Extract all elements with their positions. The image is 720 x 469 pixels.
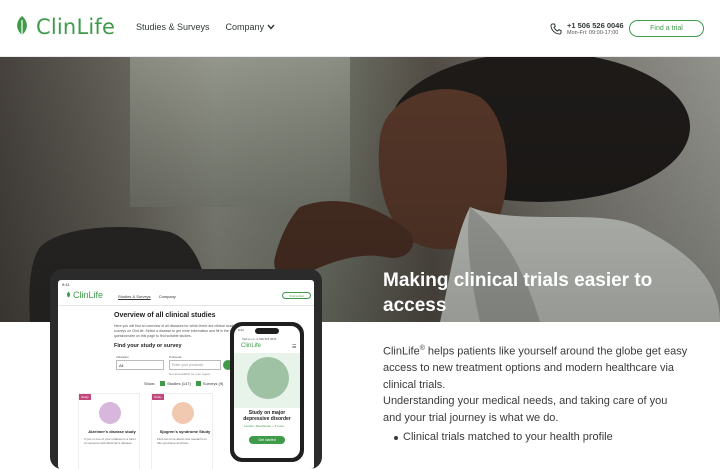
phone-logo: ClinLife	[241, 343, 262, 349]
leaf-icon	[66, 291, 71, 298]
tablet-indication-select: All	[116, 360, 164, 370]
phone-contact[interactable]: +1 506 526 0046 Mon-Fri: 09:00-17:00	[550, 21, 624, 37]
main-nav: Studies & Surveys Company	[136, 22, 275, 32]
nav-company-label: Company	[225, 22, 265, 32]
card-title: Alzeimer's disease study	[88, 429, 136, 434]
tablet-postcode-input: Enter your postcode	[169, 360, 221, 370]
tablet-find-heading: Find your study or survey	[114, 343, 182, 349]
intro-paragraph-1: ClinLife® helps patients like yourself a…	[383, 341, 688, 393]
hamburger-menu-icon: ☰	[292, 344, 297, 350]
find-trial-button[interactable]: Find a trial	[629, 20, 704, 37]
nav-company[interactable]: Company	[226, 22, 276, 32]
phone-illustration	[247, 357, 289, 399]
card-illustration	[172, 402, 194, 424]
card-tag: Study	[79, 394, 91, 400]
tablet-status-time: 9:41	[62, 282, 70, 287]
tablet-nav-company: Company	[158, 294, 176, 299]
phone-mockup: 9:41 Call us on +1 506 526 0046 ClinLife…	[230, 322, 304, 462]
phone-notch	[255, 328, 279, 334]
tablet-paragraph: Here you will find an overview of all di…	[114, 324, 244, 338]
tablet-nav-studies: Studies & Surveys	[118, 294, 151, 299]
feature-item: Clinical trials matched to your health p…	[394, 431, 613, 443]
tablet-surveys-filter: Surveys (9)	[195, 381, 223, 387]
site-header: ClinLife Studies & Surveys Company +1 50…	[0, 0, 720, 57]
leaf-icon	[17, 16, 27, 38]
logo-text: ClinLife	[36, 15, 116, 39]
tablet-show-label: Show:	[144, 381, 156, 387]
phone-hours: Mon-Fri: 09:00-17:00	[567, 30, 619, 36]
tablet-indication-label: Indication	[116, 355, 129, 359]
card-tag: Study	[152, 394, 164, 400]
phone-study-title: Study on major depressive disorder	[243, 410, 291, 422]
tablet-study-card: Study Alzeimer's disease study If you or…	[78, 393, 140, 469]
tablet-studies-filter: Studies (147)	[160, 381, 191, 387]
card-title: Sjogren's syndrome Study	[159, 429, 211, 434]
card-text: If you or one of your relatives is a car…	[84, 437, 136, 445]
nav-studies-label: Studies & Surveys	[136, 22, 210, 32]
phone-number: +1 506 526 0046	[567, 21, 624, 30]
nav-studies-surveys[interactable]: Studies & Surveys	[136, 22, 210, 32]
phone-location: London, Manchester + 5 more	[244, 424, 285, 428]
intro-paragraph-2: Understanding your medical needs, and ta…	[383, 395, 668, 424]
tablet-filter-row: Show: Studies (147) Surveys (9)	[144, 381, 223, 387]
tablet-heading: Overview of all clinical studies	[114, 312, 216, 319]
tablet-logo-text: ClinLife	[73, 290, 104, 300]
intro-text: ClinLife® helps patients like yourself a…	[383, 341, 688, 426]
tablet-nav: Studies & Surveys Company	[118, 294, 176, 299]
card-text: Find out more about new research on this…	[157, 437, 207, 445]
card-illustration	[99, 402, 121, 424]
tablet-find-trial-button: Find a trial	[282, 292, 311, 299]
tablet-logo: ClinLife	[66, 290, 103, 300]
intro-brand: ClinLife	[383, 345, 420, 358]
tablet-postcode-label: Postcode	[169, 355, 182, 359]
phone-status-time: 9:41	[238, 328, 244, 332]
phone-call-text: Call us on +1 506 526 0046	[242, 337, 277, 341]
phone-get-started-button: Get started	[249, 436, 285, 444]
hero-title: Making clinical trials easier to access	[383, 270, 653, 316]
clinlife-logo[interactable]: ClinLife	[14, 15, 115, 39]
phone-screen: 9:41 Call us on +1 506 526 0046 ClinLife…	[234, 326, 300, 458]
intro-text-1: helps patients like yourself around the …	[383, 345, 688, 391]
tablet-postcode-note: Not all available for your region	[169, 372, 211, 376]
tablet-study-card: Study Sjogren's syndrome Study Find out …	[151, 393, 213, 469]
feature-list: Clinical trials matched to your health p…	[394, 431, 613, 443]
chevron-down-icon	[267, 24, 275, 30]
phone-icon	[550, 23, 562, 35]
